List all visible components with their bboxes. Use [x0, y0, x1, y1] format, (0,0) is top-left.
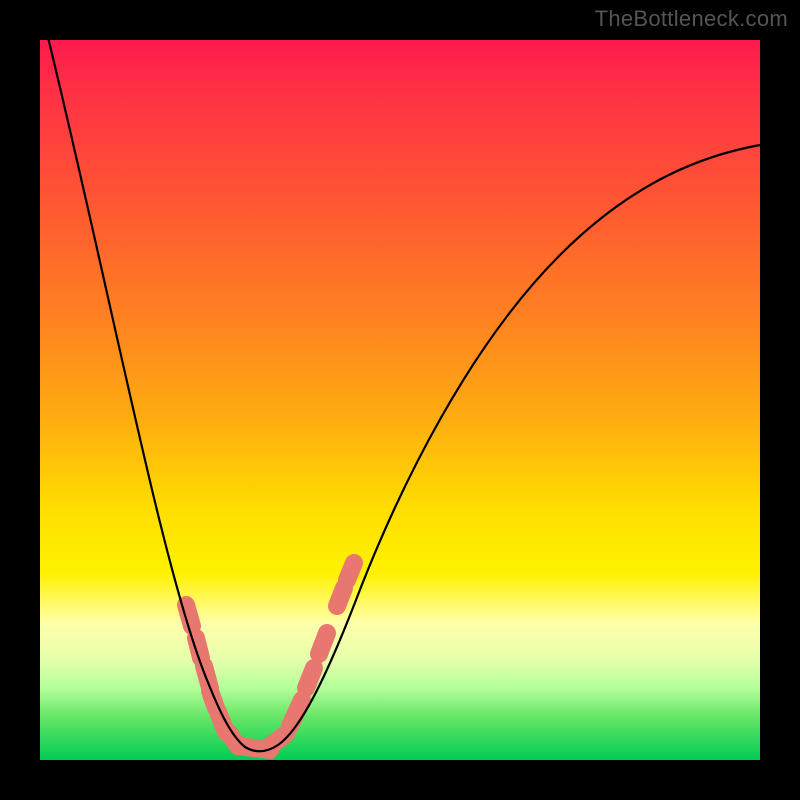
marker-capsule: [306, 668, 314, 688]
marker-capsule: [347, 563, 354, 580]
bottleneck-curve: [45, 25, 760, 751]
marker-capsule: [290, 700, 302, 726]
marker-group: [186, 563, 354, 750]
chart-svg: [40, 40, 760, 760]
chart-gradient-panel: [40, 40, 760, 760]
marker-capsule: [337, 588, 344, 606]
marker-capsule: [319, 633, 327, 654]
watermark-text: TheBottleneck.com: [595, 6, 788, 32]
